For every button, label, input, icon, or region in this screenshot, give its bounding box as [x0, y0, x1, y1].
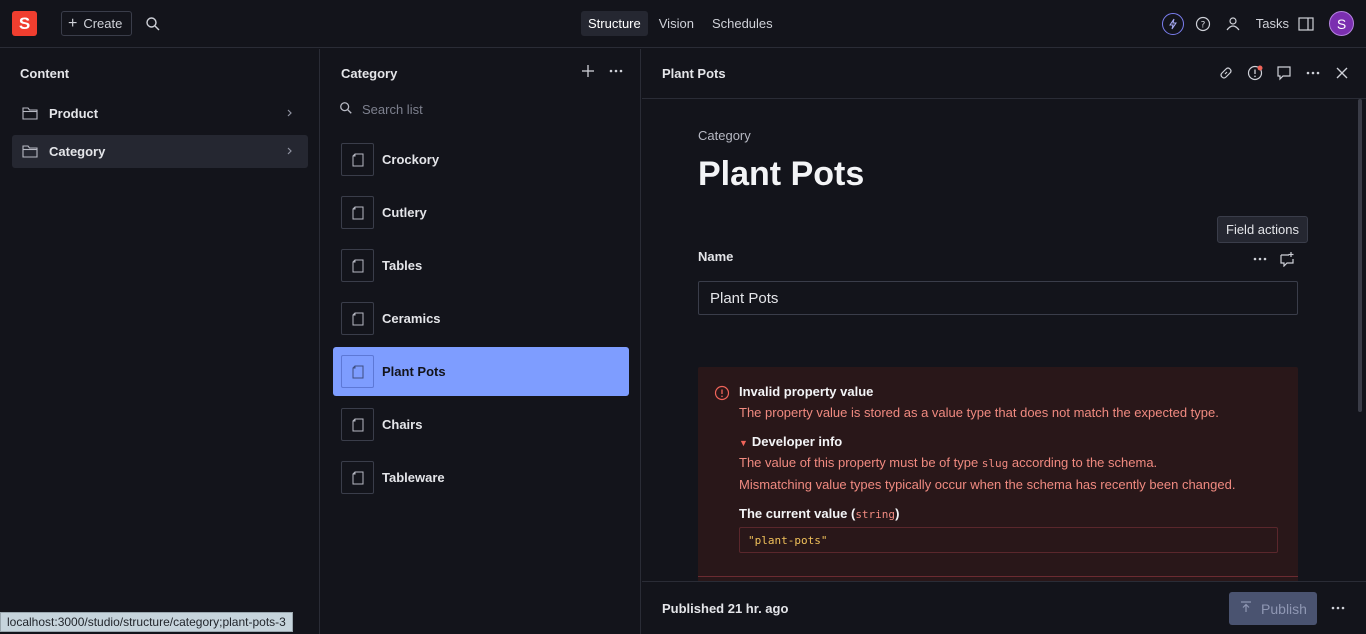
more-options-icon[interactable] — [1252, 251, 1268, 270]
content-item-label: Product — [49, 106, 99, 121]
validation-error-icon[interactable] — [1247, 65, 1263, 84]
close-icon[interactable] — [1334, 65, 1350, 84]
ai-assist-icon[interactable] — [1161, 12, 1184, 35]
nav-right-group: ? Tasks S — [1161, 11, 1354, 36]
sidebar-toggle-icon[interactable] — [1295, 13, 1317, 35]
category-list-pane: Category Search list Crockory Cutlery Ta… — [321, 49, 641, 634]
publish-label: Publish — [1261, 600, 1307, 617]
svg-text:?: ? — [1200, 20, 1205, 30]
current-value-code: "plant-pots" — [739, 527, 1278, 553]
field-actions — [1252, 251, 1295, 270]
more-options-icon[interactable] — [608, 63, 624, 82]
tasks-button[interactable]: Tasks — [1256, 16, 1289, 31]
list-item-label: Plant Pots — [382, 364, 446, 379]
content-pane-title: Content — [20, 66, 70, 81]
publish-icon — [1239, 600, 1253, 617]
sanity-logo[interactable]: S — [12, 11, 37, 36]
publish-status: Published 21 hr. ago — [662, 601, 789, 616]
create-button-label: Create — [83, 16, 123, 31]
dev-text: The current value ( — [739, 506, 856, 521]
document-icon — [341, 143, 374, 176]
error-title: Invalid property value — [739, 384, 874, 399]
developer-info-line: Mismatching value types typically occur … — [739, 477, 1236, 492]
document-header-title: Plant Pots — [662, 66, 726, 81]
document-icon — [341, 196, 374, 229]
list-item-label: Crockory — [382, 152, 440, 167]
list-pane-actions — [580, 63, 624, 82]
comments-icon[interactable] — [1276, 65, 1292, 84]
list-item[interactable]: Chairs — [333, 400, 629, 449]
list-item-label: Chairs — [382, 417, 423, 432]
document-icon — [341, 249, 374, 282]
browser-status-url: localhost:3000/studio/structure/category… — [0, 612, 293, 632]
document-title: Plant Pots — [698, 155, 865, 193]
top-navbar: S + Create Structure Vision Schedules ? … — [0, 0, 1366, 48]
content-item-product[interactable]: Product — [12, 97, 308, 130]
chevron-right-icon — [286, 145, 294, 160]
tab-schedules[interactable]: Schedules — [705, 11, 780, 36]
folder-icon — [22, 106, 38, 123]
content-pane: Content Product Category — [0, 49, 320, 634]
tool-tabs: Structure Vision Schedules — [581, 11, 780, 36]
dev-text: ) — [895, 506, 900, 521]
list-pane-title: Category — [341, 66, 398, 81]
list-item[interactable]: Tableware — [333, 453, 629, 502]
document-header-actions — [1218, 65, 1350, 84]
help-icon[interactable]: ? — [1192, 13, 1214, 35]
chevron-right-icon — [286, 107, 294, 122]
search-list-input[interactable]: Search list — [339, 101, 423, 118]
document-header: Plant Pots — [642, 49, 1366, 99]
list-item-label: Ceramics — [382, 311, 441, 326]
name-field-label: Name — [698, 249, 734, 264]
document-icon — [341, 355, 374, 388]
dev-text: according to the schema. — [1008, 455, 1158, 470]
document-pane: Plant Pots Category Plant Pots Field act… — [642, 49, 1366, 634]
document-icon — [341, 302, 374, 335]
plus-icon: + — [68, 14, 78, 32]
add-document-icon[interactable] — [580, 63, 596, 82]
create-button[interactable]: + Create — [61, 11, 132, 36]
list-item-label: Tableware — [382, 470, 445, 485]
link-icon[interactable] — [1218, 65, 1234, 84]
name-input[interactable] — [698, 281, 1298, 315]
content-item-category[interactable]: Category — [12, 135, 308, 168]
list-item[interactable]: Cutlery — [333, 188, 629, 237]
publish-button[interactable]: Publish — [1229, 592, 1317, 625]
search-placeholder: Search list — [362, 102, 423, 117]
presence-icon[interactable] — [1222, 13, 1244, 35]
content-item-label: Category — [49, 144, 106, 159]
document-icon — [341, 408, 374, 441]
tab-structure[interactable]: Structure — [581, 11, 648, 36]
document-footer: Published 21 hr. ago Publish — [642, 581, 1366, 634]
more-options-icon[interactable] — [1330, 600, 1346, 619]
add-comment-icon[interactable] — [1279, 251, 1295, 270]
list-item[interactable]: Ceramics — [333, 294, 629, 343]
document-type-label: Category — [698, 128, 751, 143]
invalid-value-alert: Invalid property value The property valu… — [698, 367, 1298, 585]
tab-vision[interactable]: Vision — [652, 11, 701, 36]
document-icon — [341, 461, 374, 494]
field-actions-tooltip: Field actions — [1217, 216, 1308, 243]
developer-info-label: Developer info — [751, 434, 843, 449]
search-icon[interactable] — [145, 16, 161, 32]
list-item-selected[interactable]: Plant Pots — [333, 347, 629, 396]
current-value-label: The current value (string) — [739, 506, 899, 521]
triangle-down-icon: ▼ — [739, 438, 748, 448]
dev-text: The value of this property must be of ty… — [739, 455, 982, 470]
list-item[interactable]: Tables — [333, 241, 629, 290]
list-item-label: Cutlery — [382, 205, 427, 220]
type-code: slug — [981, 457, 1009, 470]
error-description: The property value is stored as a value … — [739, 405, 1219, 420]
list-item[interactable]: Crockory — [333, 135, 629, 184]
developer-info-line: The value of this property must be of ty… — [739, 455, 1157, 470]
type-code: string — [855, 508, 896, 521]
error-icon — [714, 385, 730, 404]
list-item-label: Tables — [382, 258, 423, 273]
user-avatar[interactable]: S — [1329, 11, 1354, 36]
search-icon — [339, 101, 353, 118]
folder-icon — [22, 144, 38, 161]
more-options-icon[interactable] — [1305, 65, 1321, 84]
document-scrollbar[interactable] — [1358, 99, 1362, 412]
developer-info-toggle[interactable]: ▼ Developer info — [739, 434, 842, 449]
